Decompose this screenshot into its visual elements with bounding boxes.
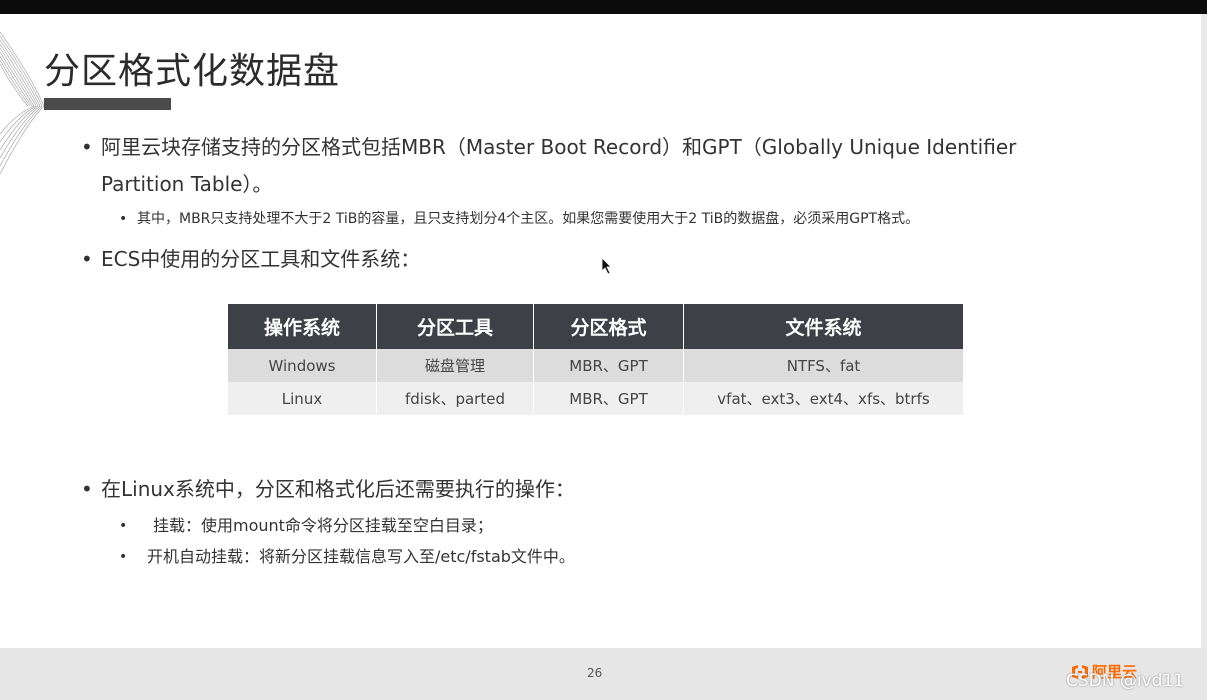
partition-tools-table: 操作系统 分区工具 分区格式 文件系统 Windows 磁盘管理 MBR、GPT…: [228, 304, 963, 415]
table-row: Windows 磁盘管理 MBR、GPT NTFS、fat: [228, 349, 963, 382]
slide-title: 分区格式化数据盘: [44, 51, 341, 92]
sub-bullet-text: 开机自动挂载：将新分区挂载信息写入至/etc/fstab文件中。: [147, 547, 575, 566]
bullet-dot: •: [81, 135, 93, 159]
right-edge-strip: [1201, 14, 1207, 648]
bullet-text: ECS中使用的分区工具和文件系统：: [101, 247, 421, 271]
csdn-watermark: CSDN @ivd11: [1066, 671, 1185, 691]
bullet-dot: •: [81, 477, 93, 501]
table-cell: MBR、GPT: [533, 349, 684, 382]
bullet-linux-steps: • 在Linux系统中，分区和格式化后还需要执行的操作：: [81, 471, 575, 508]
table-cell: vfat、ext3、ext4、xfs、btrfs: [683, 382, 963, 415]
table-cell: Linux: [228, 382, 377, 415]
bullet-dot: •: [81, 247, 93, 271]
table-row: Linux fdisk、parted MBR、GPT vfat、ext3、ext…: [228, 382, 963, 415]
sub-bullet-dot: •: [119, 211, 128, 227]
sub-bullet-mount: • 挂载：使用mount命令将分区挂载至空白目录；: [119, 516, 493, 536]
table-cell: MBR、GPT: [533, 382, 684, 415]
bullet-text-line1: 阿里云块存储支持的分区格式包括MBR（Master Boot Record）和G…: [101, 135, 1017, 159]
sub-bullet-dot: •: [119, 549, 128, 565]
header-os: 操作系统: [228, 304, 377, 349]
sub-bullet-dot: •: [119, 518, 128, 534]
sub-bullet-text: 挂载：使用mount命令将分区挂载至空白目录；: [153, 516, 493, 535]
bullet-text-line2: Partition Table）。: [101, 172, 273, 196]
bullet-ecs-tools: • ECS中使用的分区工具和文件系统：: [81, 241, 421, 278]
header-tool: 分区工具: [376, 304, 534, 349]
table-cell: NTFS、fat: [683, 349, 963, 382]
top-black-bar: [0, 0, 1207, 14]
table-header-row: 操作系统 分区工具 分区格式 文件系统: [228, 304, 963, 349]
slide-footer: [0, 648, 1207, 700]
sub-bullet-text: 其中，MBR只支持处理不大于2 TiB的容量，且只支持划分4个主区。如果您需要使…: [137, 211, 920, 227]
table-cell: 磁盘管理: [376, 349, 534, 382]
table-cell: fdisk、parted: [376, 382, 534, 415]
page-number: 26: [587, 666, 603, 680]
bullet-partition-formats: • 阿里云块存储支持的分区格式包括MBR（Master Boot Record）…: [81, 129, 1017, 203]
bullet-text: 在Linux系统中，分区和格式化后还需要执行的操作：: [101, 477, 575, 501]
sub-bullet-mbr-limit: • 其中，MBR只支持处理不大于2 TiB的容量，且只支持划分4个主区。如果您需…: [119, 209, 920, 229]
header-format: 分区格式: [533, 304, 684, 349]
cursor-arrow-icon: [601, 257, 612, 275]
sub-bullet-fstab: • 开机自动挂载：将新分区挂载信息写入至/etc/fstab文件中。: [119, 547, 575, 567]
table-cell: Windows: [228, 349, 377, 382]
title-underline-bar: [44, 98, 171, 110]
slide-canvas: 分区格式化数据盘 • 阿里云块存储支持的分区格式包括MBR（Master Boo…: [0, 14, 1201, 648]
header-filesystem: 文件系统: [683, 304, 963, 349]
